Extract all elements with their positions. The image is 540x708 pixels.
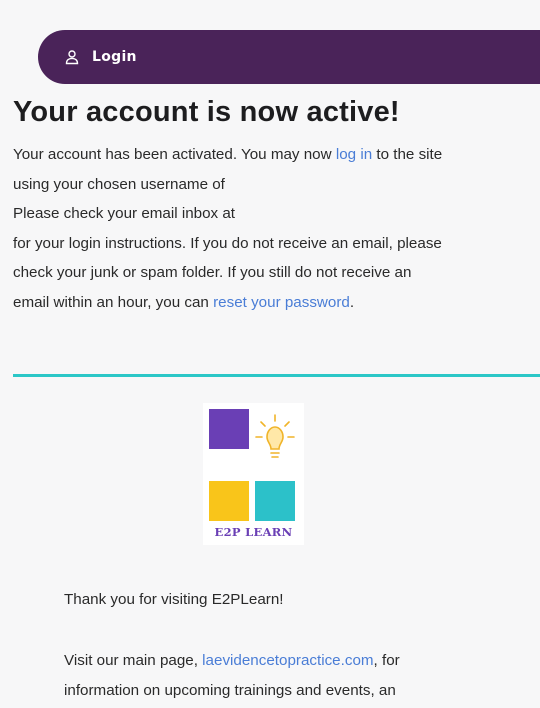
visit-paragraph: Visit our main page, laevidencetopractic…: [64, 646, 540, 705]
activation-message: Your account has been activated. You may…: [13, 140, 540, 317]
visit-line-1: Visit our main page, laevidencetopractic…: [64, 646, 540, 676]
visit-line-2: information on upcoming trainings and ev…: [64, 681, 396, 699]
login-label: Login: [92, 49, 137, 65]
message-line-4: for your login instructions. If you do n…: [13, 234, 442, 252]
login-link[interactable]: log in: [336, 146, 372, 163]
reset-password-link[interactable]: reset your password: [213, 294, 350, 311]
message-text: Your account has been activated. You may…: [13, 146, 336, 163]
logo-teal-square: [255, 481, 295, 521]
section-divider: [13, 374, 540, 377]
logo-purple-square: [209, 409, 249, 449]
message-line-3: Please check your email inbox at: [13, 205, 236, 222]
visit-text: Visit our main page,: [64, 652, 203, 669]
logo-yellow-square: [209, 481, 249, 521]
page-title: Your account is now active!: [13, 96, 400, 128]
lightbulb-icon: [255, 414, 295, 458]
e2p-learn-logo: E2P LEARN: [203, 403, 304, 545]
main-site-link[interactable]: laevidencetopractice.com: [202, 652, 373, 669]
visit-text: , for: [373, 652, 400, 669]
message-line-6: email within an hour, you can reset your…: [13, 288, 540, 318]
message-text: to the site: [372, 146, 443, 163]
message-text: .: [349, 293, 355, 311]
message-text: email within an hour, you can: [13, 293, 214, 311]
thank-you-text: Thank you for visiting E2PLearn!: [64, 591, 284, 608]
message-line-2: using your chosen username of: [13, 175, 225, 193]
user-icon: [64, 49, 80, 65]
login-button[interactable]: Login: [38, 30, 540, 84]
message-line-1: Your account has been activated. You may…: [13, 140, 540, 170]
logo-text: E2P LEARN: [214, 525, 293, 539]
message-line-5: check your junk or spam folder. If you s…: [13, 264, 412, 281]
